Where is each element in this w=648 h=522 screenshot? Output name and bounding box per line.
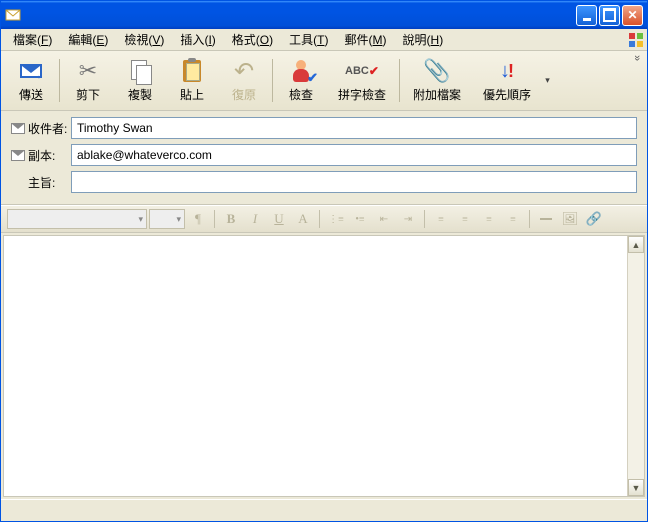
clipboard-paste-icon [183,60,201,82]
font-size-select[interactable]: ▾ [149,209,185,229]
priority-button[interactable]: ↓! 優先順序 [472,53,542,108]
cc-input[interactable] [71,144,637,166]
copy-icon [131,60,149,82]
underline-button[interactable]: U [268,209,290,229]
italic-button[interactable]: I [244,209,266,229]
copy-button[interactable]: 複製 [114,53,166,108]
insert-image-button[interactable]: 🖼 [559,209,581,229]
attach-button[interactable]: 📎 附加檔案 [402,53,472,108]
bullet-list-button[interactable]: •≡ [349,209,371,229]
maximize-button[interactable] [599,5,620,26]
addressbook-icon [11,150,25,161]
menu-insert[interactable]: 插入(I) [172,29,223,50]
scissors-icon: ✂ [75,58,101,84]
indent-button[interactable]: ⇥ [397,209,419,229]
scroll-track[interactable] [628,253,644,479]
undo-button[interactable]: ↶ 復原 [218,53,270,108]
subject-label: 主旨: [11,174,71,191]
message-body-area: ▲ ▼ [3,235,645,497]
menu-edit[interactable]: 編輯(E) [60,29,116,50]
abc-spellcheck-icon: ABC [349,58,375,84]
outdent-button[interactable]: ⇤ [373,209,395,229]
scroll-down-button[interactable]: ▼ [628,479,644,496]
paperclip-icon: 📎 [424,58,450,84]
hr-button[interactable] [535,209,557,229]
menu-tools[interactable]: 工具(T) [281,29,336,50]
numbered-list-button[interactable]: ⋮≡ [325,209,347,229]
header-fields: 收件者: 副本: 主旨: [1,111,647,205]
minimize-button[interactable] [576,5,597,26]
menu-file[interactable]: 檔案(F) [5,29,60,50]
align-center-button[interactable]: ≡ [454,209,476,229]
menu-help[interactable]: 說明(H) [395,29,452,50]
scroll-up-button[interactable]: ▲ [628,236,644,253]
cut-button[interactable]: ✂ 剪下 [62,53,114,108]
cc-label[interactable]: 副本: [11,147,71,164]
paste-button[interactable]: 貼上 [166,53,218,108]
align-justify-button[interactable]: ≡ [502,209,524,229]
send-button[interactable]: 傳送 [5,53,57,108]
priority-icon: ↓! [494,58,520,84]
message-body-input[interactable] [4,236,627,496]
envelope-send-icon [20,64,42,78]
app-icon [5,7,21,23]
close-button[interactable] [622,5,643,26]
bold-button[interactable]: B [220,209,242,229]
toolbar-overflow-button[interactable]: » [631,55,643,61]
toolbar: 傳送 ✂ 剪下 複製 貼上 ↶ 復原 ✔ 檢查 ABC 拼字檢查 📎 [1,51,647,111]
addressbook-icon [11,123,25,134]
align-left-button[interactable]: ≡ [430,209,452,229]
to-input[interactable] [71,117,637,139]
windows-logo-icon [625,29,647,51]
spellcheck-button[interactable]: ABC 拼字檢查 [327,53,397,108]
align-right-button[interactable]: ≡ [478,209,500,229]
subject-input[interactable] [71,171,637,193]
format-toolbar: ▾ ▾ ¶ B I U A ⋮≡ •≡ ⇤ ⇥ ≡ ≡ ≡ ≡ 🖼 🔗 [1,205,647,233]
font-family-select[interactable]: ▾ [7,209,147,229]
vertical-scrollbar[interactable]: ▲ ▼ [627,236,644,496]
insert-link-button[interactable]: 🔗 [583,209,605,229]
to-label[interactable]: 收件者: [11,120,71,137]
menu-view[interactable]: 檢視(V) [116,29,172,50]
statusbar [1,499,647,521]
menubar: 檔案(F) 編輯(E) 檢視(V) 插入(I) 格式(O) 工具(T) 郵件(M… [1,29,647,51]
font-color-button[interactable]: A [292,209,314,229]
paragraph-style-button[interactable]: ¶ [187,209,209,229]
menu-format[interactable]: 格式(O) [224,29,281,50]
priority-dropdown[interactable]: ▾ [542,53,552,108]
menu-message[interactable]: 郵件(M) [337,29,395,50]
check-button[interactable]: ✔ 檢查 [275,53,327,108]
undo-icon: ↶ [231,58,257,84]
